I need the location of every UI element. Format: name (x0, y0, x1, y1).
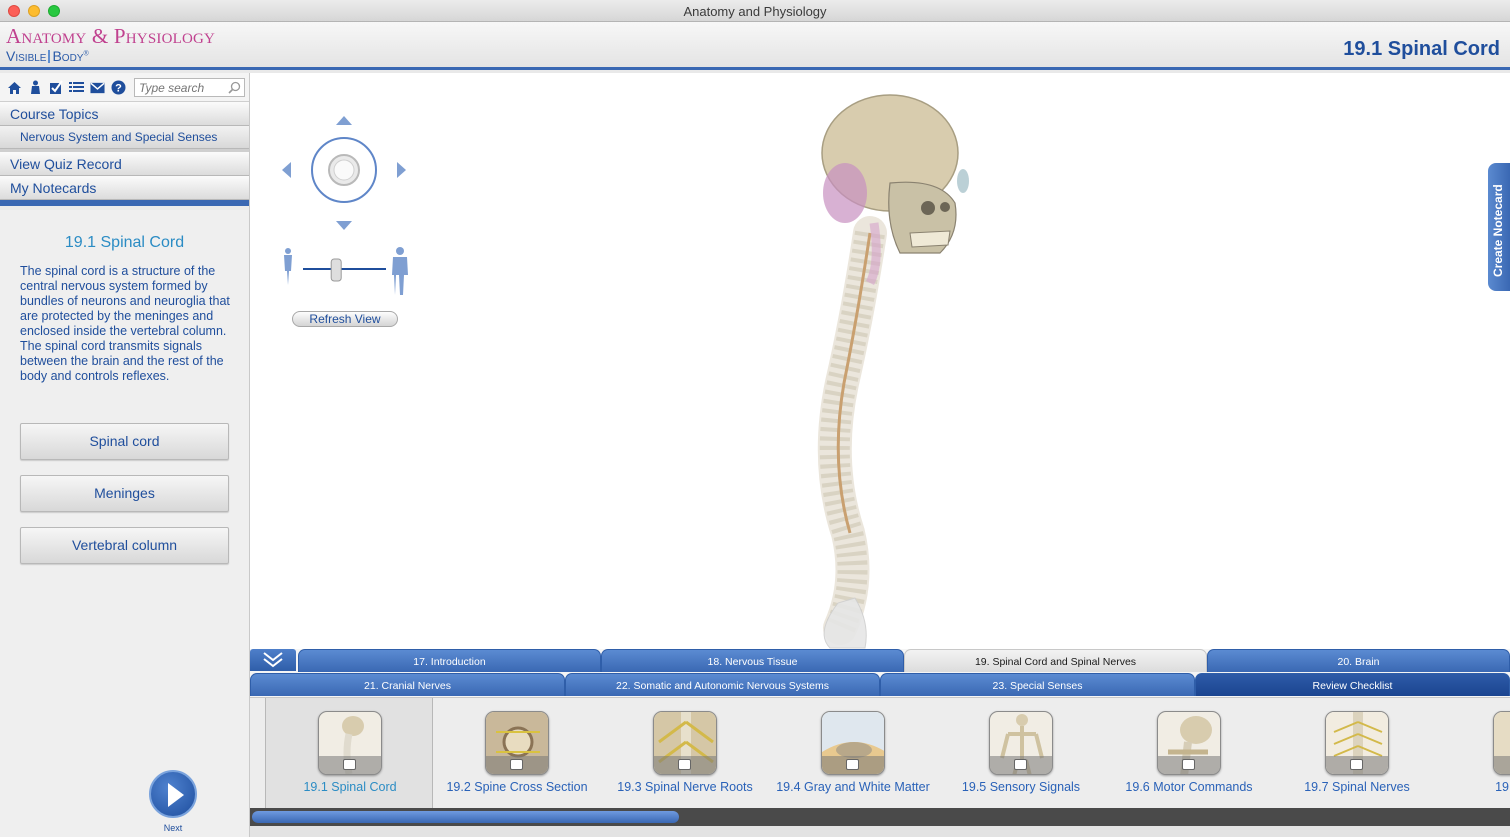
next-button[interactable] (149, 770, 197, 818)
person-icon[interactable] (28, 80, 43, 95)
course-topics-link[interactable]: Course Topics (0, 102, 249, 126)
sidebar-toolbar: ? (0, 73, 249, 102)
search-box (134, 78, 245, 97)
thumbnail-image (1325, 711, 1389, 775)
cube-icon (1014, 759, 1027, 770)
vertebral-column-button[interactable]: Vertebral column (20, 527, 229, 564)
tab-chapter-21[interactable]: 21. Cranial Nerves (250, 673, 565, 696)
rotation-control (282, 116, 406, 230)
tab-chapter-22[interactable]: 22. Somatic and Autonomic Nervous System… (565, 673, 880, 696)
thumbnail-19-3[interactable]: 19.3 Spinal Nerve Roots (601, 698, 769, 808)
sidebar-divider (0, 200, 249, 206)
thumbnail-scrollbar[interactable] (250, 808, 1510, 826)
thumbnail-image (1157, 711, 1221, 775)
thumbnail-image (821, 711, 885, 775)
search-input[interactable] (135, 79, 225, 97)
thumbnail-19-2[interactable]: 19.2 Spine Cross Section (433, 698, 601, 808)
topic-thumbnails: 19.1 Spinal Cord 19.2 Spine Cross Sectio… (250, 697, 1510, 808)
list-icon[interactable] (69, 80, 84, 95)
film-icon (1350, 759, 1363, 770)
spinal-cord-button[interactable]: Spinal cord (20, 423, 229, 460)
page-title: 19.1 Spinal Cord (1343, 38, 1500, 60)
rotate-up-icon[interactable] (336, 116, 352, 125)
home-icon[interactable] (7, 80, 22, 95)
thumbnail-19-6[interactable]: 19.6 Motor Commands (1105, 698, 1273, 808)
scrollbar-thumb[interactable] (252, 811, 679, 823)
tab-chapter-20[interactable]: 20. Brain (1207, 649, 1510, 672)
rotate-left-icon[interactable] (282, 162, 291, 178)
thumbnail-label: 19.8 Spina (1495, 780, 1510, 794)
zoom-slider-thumb[interactable] (330, 258, 342, 282)
thumbnail-19-1[interactable]: 19.1 Spinal Cord (265, 698, 433, 808)
create-notecard-tab[interactable]: Create Notecard (1488, 163, 1510, 291)
zoom-in-person-icon[interactable] (392, 247, 408, 295)
app-header: Anatomy & Physiology Visible Body® 19.1 S… (0, 22, 1510, 70)
window-title: Anatomy and Physiology (683, 4, 827, 19)
model-viewer[interactable]: Refresh View Create Notecard (250, 73, 1510, 651)
spine-model-image (817, 94, 969, 649)
rotate-down-icon[interactable] (336, 221, 352, 230)
sidebar: ? Course Topics Nervous System and Speci… (0, 73, 250, 837)
rotation-knob-center (333, 159, 355, 181)
thumbnail-19-8[interactable]: 19.8 Spina (1441, 698, 1510, 808)
next-label: Next (163, 823, 183, 833)
rotate-right-icon[interactable] (397, 162, 406, 178)
my-notecards-link[interactable]: My Notecards (0, 176, 249, 200)
svg-text:?: ? (115, 83, 122, 95)
logo-registered-mark: ® (83, 50, 89, 58)
current-unit-link[interactable]: Nervous System and Special Senses (0, 126, 249, 149)
cube-icon (343, 759, 356, 770)
thumbnail-label: 19.6 Motor Commands (1125, 780, 1253, 794)
app-logo-brand: Visible Body® (6, 48, 89, 64)
double-chevron-down-icon (263, 652, 283, 668)
description-panel: 19.1 Spinal Cord The spinal cord is a st… (0, 210, 249, 837)
play-arrow-icon (168, 783, 184, 807)
thumbnail-19-5[interactable]: 19.5 Sensory Signals (937, 698, 1105, 808)
cube-icon (1182, 759, 1195, 770)
film-icon (846, 759, 859, 770)
search-icon[interactable] (228, 81, 241, 99)
zoom-control (284, 247, 408, 295)
thumbnail-label: 19.3 Spinal Nerve Roots (617, 780, 753, 794)
chapter-tabs: 17. Introduction 18. Nervous Tissue 19. … (250, 649, 1510, 697)
thumbnail-label: 19.1 Spinal Cord (303, 780, 397, 794)
thumbnail-label: 19.2 Spine Cross Section (446, 780, 588, 794)
tab-review-checklist[interactable]: Review Checklist (1195, 673, 1510, 696)
tab-chapter-18[interactable]: 18. Nervous Tissue (601, 649, 904, 672)
logo-divider (48, 50, 51, 63)
bottom-strip (250, 826, 1510, 837)
thumbnail-image (318, 711, 382, 775)
thumbnail-image (1493, 711, 1510, 775)
cube-icon (678, 759, 691, 770)
thumbnail-image (653, 711, 717, 775)
mail-icon[interactable] (90, 80, 105, 95)
section-description: The spinal cord is a structure of the ce… (20, 264, 230, 383)
window-titlebar: Anatomy and Physiology (0, 0, 1510, 22)
thumbnail-19-4[interactable]: 19.4 Gray and White Matter (769, 698, 937, 808)
thumbnail-image (485, 711, 549, 775)
thumbnail-label: 19.5 Sensory Signals (961, 780, 1081, 794)
thumbnail-19-7[interactable]: 19.7 Spinal Nerves (1273, 698, 1441, 808)
meninges-button[interactable]: Meninges (20, 475, 229, 512)
thumbnail-label: 19.4 Gray and White Matter (776, 780, 930, 794)
tab-chapter-17[interactable]: 17. Introduction (298, 649, 601, 672)
create-notecard-label: Create Notecard (1491, 184, 1505, 277)
tab-chapter-23[interactable]: 23. Special Senses (880, 673, 1195, 696)
checkbox-icon[interactable] (48, 80, 63, 95)
thumbnail-strip (1494, 756, 1510, 774)
app-window: Anatomy and Physiology Anatomy & Physiol… (0, 0, 1510, 837)
zoom-out-person-icon[interactable] (284, 248, 292, 285)
tab-chapter-19[interactable]: 19. Spinal Cord and Spinal Nerves (904, 649, 1207, 672)
logo-brand-body: Body (52, 48, 84, 64)
app-logo-title: Anatomy & Physiology (6, 24, 216, 48)
help-icon[interactable]: ? (111, 80, 126, 95)
thumbnail-label: 19.7 Spinal Nerves (1304, 780, 1410, 794)
view-quiz-record-link[interactable]: View Quiz Record (0, 152, 249, 176)
thumbnail-image (989, 711, 1053, 775)
film-icon (510, 759, 523, 770)
section-title: 19.1 Spinal Cord (64, 234, 185, 251)
collapse-panel-button[interactable] (250, 649, 296, 671)
refresh-view-button[interactable]: Refresh View (292, 311, 398, 327)
logo-brand-visible: Visible (6, 48, 47, 64)
